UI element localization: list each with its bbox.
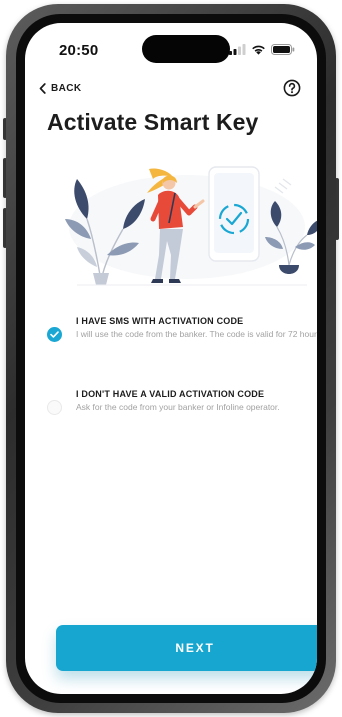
phone-bezel: 20:50 BACK Activate Smart Key I HAVE SMS… (16, 14, 326, 703)
page-title: Activate Smart Key (47, 109, 259, 135)
option-no-valid-code-text: I DON'T HAVE A VALID ACTIVATION CODE Ask… (76, 388, 317, 414)
option-title: I DON'T HAVE A VALID ACTIVATION CODE (76, 389, 265, 399)
option-title: I HAVE SMS WITH ACTIVATION CODE (76, 316, 244, 326)
wifi-icon (252, 45, 265, 55)
option-have-sms-code-radio[interactable] (47, 327, 62, 342)
cellular-signal-icon (229, 44, 246, 55)
sparkle-decoration (274, 178, 292, 194)
status-icons (229, 44, 295, 55)
dynamic-island (142, 35, 230, 63)
option-description: Ask for the code from your banker or Inf… (76, 402, 280, 412)
option-have-sms-code-text: I HAVE SMS WITH ACTIVATION CODE I will u… (76, 315, 317, 341)
phone-mockup: 20:50 BACK Activate Smart Key I HAVE SMS… (0, 0, 342, 717)
battery-icon (271, 44, 295, 55)
checkmark-icon (50, 331, 59, 338)
illustration-backdrop (69, 175, 305, 279)
smart-key-illustration (65, 166, 317, 286)
back-button[interactable]: BACK (39, 83, 82, 94)
option-no-valid-code[interactable]: I DON'T HAVE A VALID ACTIVATION CODE Ask… (47, 388, 317, 415)
next-button[interactable]: NEXT (56, 625, 317, 671)
chevron-left-icon (39, 83, 46, 94)
option-have-sms-code[interactable]: I HAVE SMS WITH ACTIVATION CODE I will u… (47, 315, 317, 342)
app-screen: 20:50 BACK Activate Smart Key I HAVE SMS… (25, 23, 317, 694)
status-time: 20:50 (59, 42, 99, 59)
back-label: BACK (51, 83, 82, 94)
option-no-valid-code-radio[interactable] (47, 400, 62, 415)
option-description: I will use the code from the banker. The… (76, 329, 317, 339)
question-circle-icon (283, 79, 301, 97)
phone-frame: 20:50 BACK Activate Smart Key I HAVE SMS… (6, 4, 336, 713)
help-button[interactable] (283, 79, 301, 97)
phone-illustration (208, 166, 260, 262)
